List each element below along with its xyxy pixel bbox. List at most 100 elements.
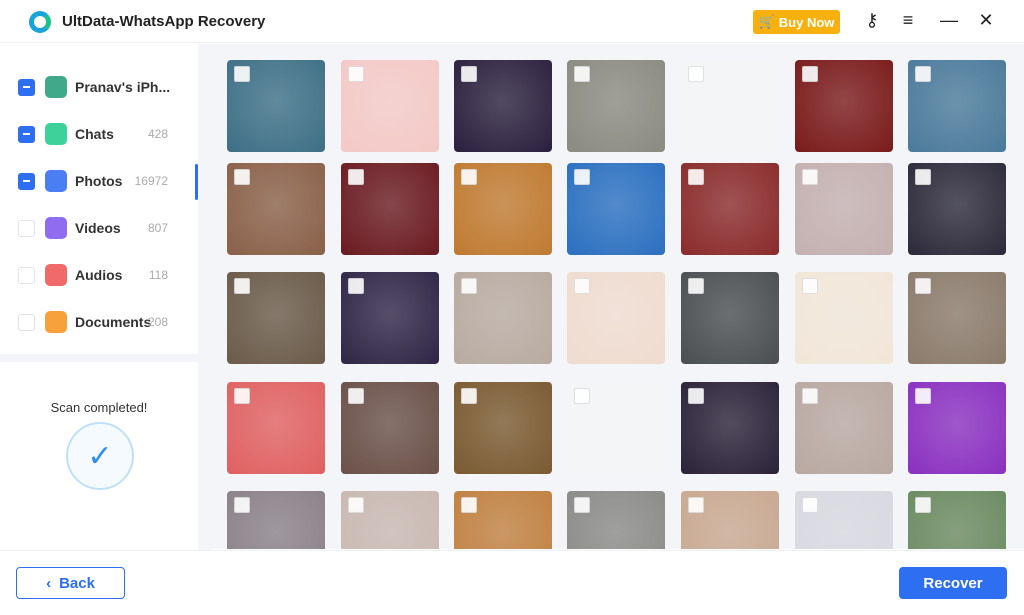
photo-checkbox[interactable] (234, 169, 250, 185)
photo-checkbox[interactable] (348, 278, 364, 294)
photo-thumbnail[interactable] (341, 60, 439, 152)
photo-checkbox[interactable] (688, 497, 704, 513)
photo-checkbox[interactable] (802, 66, 818, 82)
photo-checkbox[interactable] (574, 497, 590, 513)
photo-thumbnail[interactable] (681, 491, 779, 549)
photo-checkbox[interactable] (461, 169, 477, 185)
back-button[interactable]: ‹ Back (16, 567, 125, 599)
folder-icon (45, 311, 67, 333)
photo-thumbnail[interactable] (567, 382, 665, 474)
photo-thumbnail[interactable] (567, 491, 665, 549)
photo-checkbox[interactable] (915, 388, 931, 404)
photo-checkbox[interactable] (234, 388, 250, 404)
photo-thumbnail[interactable] (227, 272, 325, 364)
close-icon[interactable]: ✕ (974, 10, 998, 31)
minimize-icon[interactable]: — (937, 10, 961, 31)
photo-thumbnail[interactable] (681, 60, 779, 152)
audio-icon (45, 264, 67, 286)
chevron-left-icon: ‹ (46, 574, 52, 592)
photo-checkbox[interactable] (348, 169, 364, 185)
photo-thumbnail[interactable] (908, 491, 1006, 549)
photo-thumbnail[interactable] (795, 491, 893, 549)
photo-thumbnail[interactable] (908, 382, 1006, 474)
photo-checkbox[interactable] (574, 388, 590, 404)
photo-thumbnail[interactable] (795, 382, 893, 474)
photo-thumbnail[interactable] (908, 163, 1006, 255)
key-icon[interactable]: ⚷ (860, 10, 884, 31)
sidebar-item-photos[interactable]: Photos 16972 (18, 166, 188, 196)
photo-checkbox[interactable] (915, 497, 931, 513)
photo-thumbnail[interactable] (454, 60, 552, 152)
photo-thumbnail[interactable] (341, 272, 439, 364)
active-indicator (195, 164, 198, 200)
photo-checkbox[interactable] (802, 388, 818, 404)
sidebar-item-videos[interactable]: Videos 807 (18, 213, 188, 243)
photo-thumbnail[interactable] (227, 382, 325, 474)
photo-thumbnail[interactable] (227, 491, 325, 549)
photo-checkbox[interactable] (688, 169, 704, 185)
photo-checkbox[interactable] (688, 388, 704, 404)
photo-thumbnail[interactable] (681, 382, 779, 474)
photo-checkbox[interactable] (915, 278, 931, 294)
photo-thumbnail[interactable] (908, 272, 1006, 364)
photo-checkbox[interactable] (461, 278, 477, 294)
photo-grid (210, 44, 1024, 549)
photo-thumbnail[interactable] (567, 272, 665, 364)
photo-checkbox[interactable] (574, 278, 590, 294)
photo-thumbnail[interactable] (567, 60, 665, 152)
photo-checkbox[interactable] (915, 66, 931, 82)
cart-icon: 🛒 (758, 14, 775, 29)
photos-icon (45, 170, 67, 192)
recover-button[interactable]: Recover (899, 567, 1007, 599)
photo-thumbnail[interactable] (795, 163, 893, 255)
sidebar-item-chats[interactable]: Chats 428 (18, 119, 188, 149)
photo-checkbox[interactable] (234, 66, 250, 82)
photo-thumbnail[interactable] (908, 60, 1006, 152)
checkbox[interactable] (18, 266, 35, 284)
photo-checkbox[interactable] (915, 169, 931, 185)
photo-thumbnail[interactable] (341, 382, 439, 474)
photo-checkbox[interactable] (461, 66, 477, 82)
sidebar-item-documents[interactable]: Documents 208 (18, 307, 188, 337)
photo-checkbox[interactable] (348, 497, 364, 513)
photo-thumbnail[interactable] (681, 163, 779, 255)
photo-thumbnail[interactable] (681, 272, 779, 364)
photo-checkbox[interactable] (234, 278, 250, 294)
photo-checkbox[interactable] (348, 66, 364, 82)
checkbox[interactable] (18, 219, 35, 237)
checkbox[interactable] (18, 125, 35, 143)
checkbox[interactable] (18, 172, 35, 190)
checkbox[interactable] (18, 78, 35, 96)
checkmark-icon: ✓ (66, 422, 134, 490)
sidebar-item-audios[interactable]: Audios 118 (18, 260, 188, 290)
photo-checkbox[interactable] (461, 497, 477, 513)
photo-checkbox[interactable] (461, 388, 477, 404)
buy-now-button[interactable]: 🛒 Buy Now (753, 10, 840, 34)
photo-thumbnail[interactable] (341, 163, 439, 255)
photo-thumbnail[interactable] (454, 163, 552, 255)
photo-checkbox[interactable] (802, 497, 818, 513)
scan-status-panel: Scan completed! ✓ (0, 362, 198, 550)
photo-checkbox[interactable] (802, 169, 818, 185)
photo-checkbox[interactable] (688, 278, 704, 294)
menu-icon[interactable]: ≡ (896, 10, 920, 31)
photo-thumbnail[interactable] (227, 60, 325, 152)
photo-checkbox[interactable] (802, 278, 818, 294)
photo-thumbnail[interactable] (454, 272, 552, 364)
photo-checkbox[interactable] (574, 169, 590, 185)
chat-icon (45, 123, 67, 145)
photo-checkbox[interactable] (348, 388, 364, 404)
photo-checkbox[interactable] (688, 66, 704, 82)
photo-thumbnail[interactable] (795, 272, 893, 364)
photo-thumbnail[interactable] (567, 163, 665, 255)
photo-checkbox[interactable] (234, 497, 250, 513)
photo-thumbnail[interactable] (227, 163, 325, 255)
photo-thumbnail[interactable] (454, 491, 552, 549)
checkbox[interactable] (18, 313, 35, 331)
photo-thumbnail[interactable] (341, 491, 439, 549)
sidebar-item-pranav[interactable]: Pranav's iPh... (18, 72, 188, 102)
app-title: UltData-WhatsApp Recovery (62, 13, 266, 30)
photo-thumbnail[interactable] (454, 382, 552, 474)
photo-thumbnail[interactable] (795, 60, 893, 152)
photo-checkbox[interactable] (574, 66, 590, 82)
